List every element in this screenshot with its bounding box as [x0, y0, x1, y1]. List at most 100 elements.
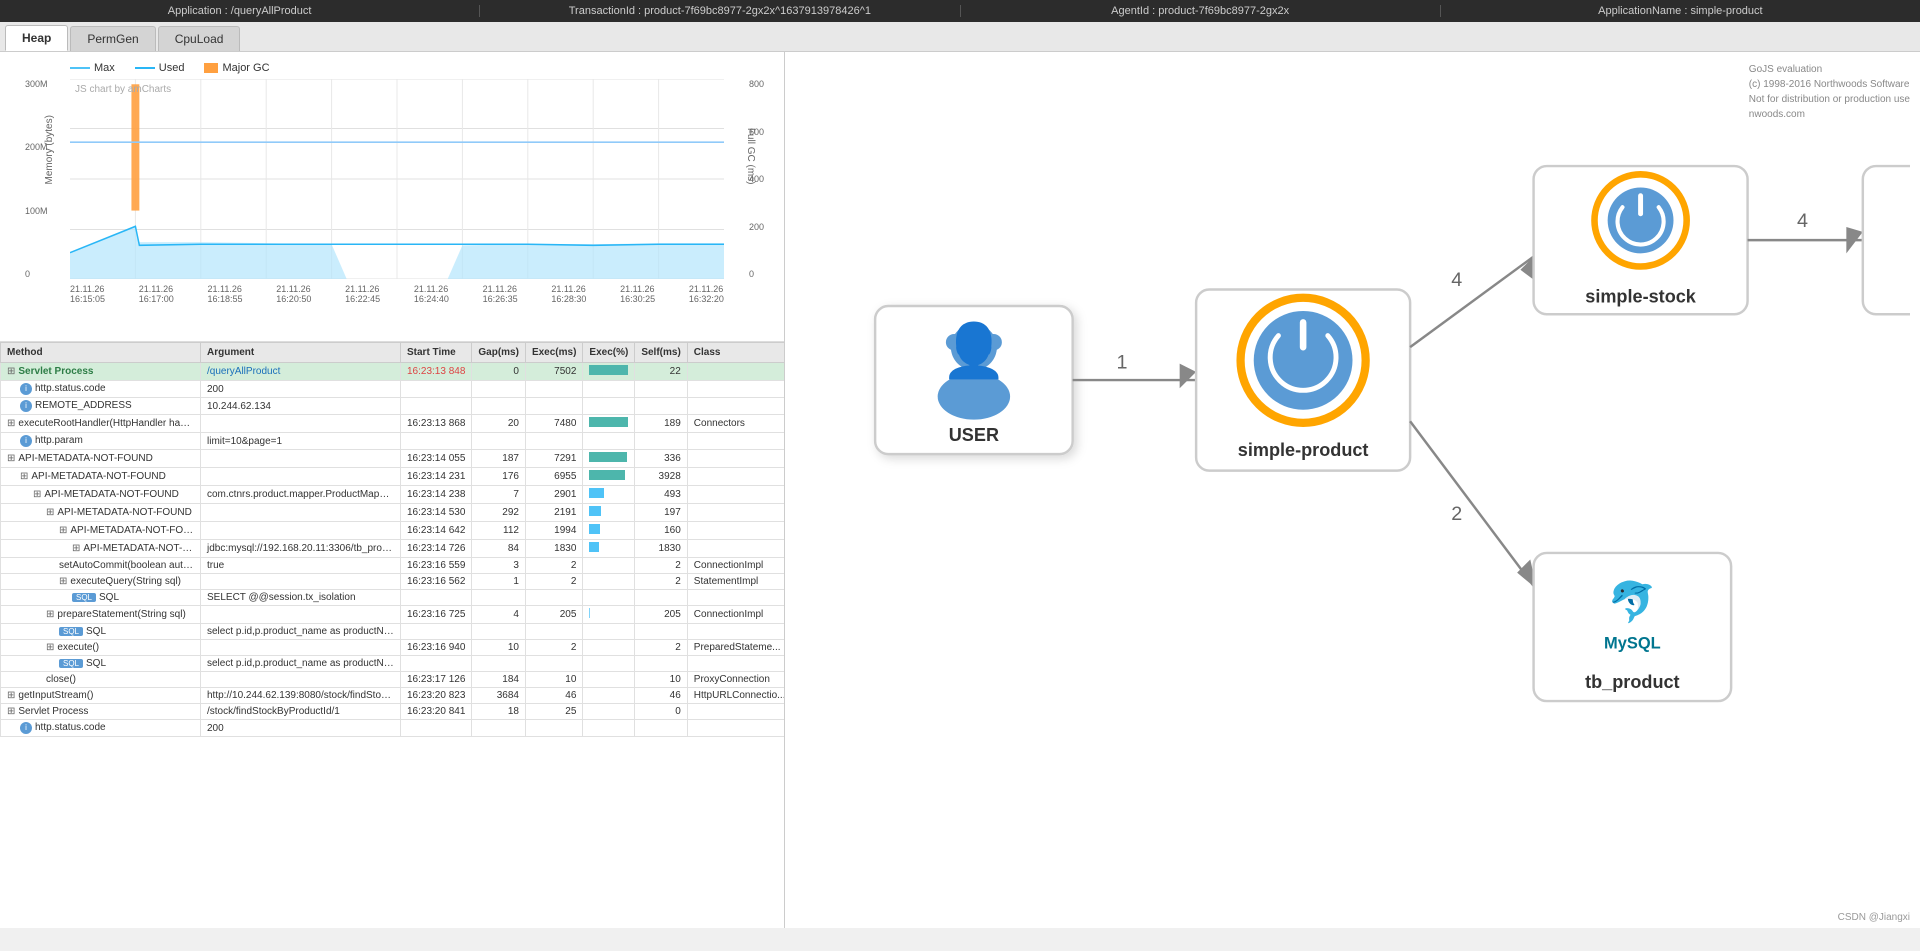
- transaction-id-label: TransactionId : product-7f69bc8977-2gx2x…: [480, 5, 960, 17]
- exec-cell: 2191: [525, 504, 582, 522]
- table-row[interactable]: ⊞Servlet Process/queryAllProduct16:23:13…: [1, 363, 785, 381]
- exec-cell: [525, 381, 582, 398]
- gojs-line3: Not for distribution or production use: [1749, 92, 1910, 107]
- self-cell: 46: [635, 688, 687, 704]
- execpct-cell: [583, 381, 635, 398]
- self-cell: 493: [635, 486, 687, 504]
- table-row[interactable]: ⊞execute()16:23:16 9401022PreparedStatem…: [1, 640, 785, 656]
- gojs-watermark: GoJS evaluation (c) 1998-2016 Northwoods…: [1749, 62, 1910, 122]
- simple-stock-node: simple-stock: [1534, 166, 1748, 314]
- table-body: ⊞Servlet Process/queryAllProduct16:23:13…: [1, 363, 785, 737]
- class-cell: [687, 381, 784, 398]
- table-row[interactable]: ⊞API-METADATA-NOT-FOUND16:23:14 23117669…: [1, 468, 785, 486]
- tab-heap[interactable]: Heap: [5, 25, 68, 51]
- gap-cell: 20: [472, 415, 526, 433]
- table-row[interactable]: ihttp.status.code200: [1, 720, 785, 737]
- table-row[interactable]: ⊞Servlet Process/stock/findStockByProduc…: [1, 704, 785, 720]
- execpct-cell: [583, 468, 635, 486]
- method-cell: setAutoCommit(boolean autoCommitFlag): [1, 558, 201, 574]
- application-name-label: ApplicationName : simple-product: [1441, 5, 1920, 17]
- execpct-cell: [583, 522, 635, 540]
- starttime-cell: 16:23:16 562: [401, 574, 472, 590]
- y-axis-left: 300M 200M 100M 0: [25, 79, 48, 279]
- x-label-8: 21.11.2616:30:25: [620, 284, 655, 304]
- table-row[interactable]: ⊞API-METADATA-NOT-FOUND16:23:14 53029221…: [1, 504, 785, 522]
- starttime-cell: 16:23:20 823: [401, 688, 472, 704]
- table-row[interactable]: ⊞executeQuery(String sql)16:23:16 562122…: [1, 574, 785, 590]
- method-cell: SQLSQL: [1, 590, 201, 606]
- method-cell: ⊞API-METADATA-NOT-FOUND: [1, 468, 201, 486]
- table-row[interactable]: setAutoCommit(boolean autoCommitFlag)tru…: [1, 558, 785, 574]
- table-row[interactable]: ⊞API-METADATA-NOT-FOUNDjdbc:mysql://192.…: [1, 540, 785, 558]
- exec-cell: [525, 398, 582, 415]
- starttime-cell: 16:23:14 055: [401, 450, 472, 468]
- execpct-cell: [583, 704, 635, 720]
- exec-cell: 205: [525, 606, 582, 624]
- arrow-label-2: 2: [1451, 503, 1462, 525]
- gap-cell: [472, 381, 526, 398]
- table-row[interactable]: ⊞API-METADATA-NOT-FOUND16:23:14 05518772…: [1, 450, 785, 468]
- gap-cell: 184: [472, 672, 526, 688]
- svg-text:USER: USER: [949, 425, 999, 445]
- exec-cell: 2: [525, 558, 582, 574]
- x-label-0: 21.11.2616:15:05: [70, 284, 105, 304]
- table-row[interactable]: ihttp.paramlimit=10&page=1: [1, 433, 785, 450]
- gap-cell: 18: [472, 704, 526, 720]
- self-cell: 3928: [635, 468, 687, 486]
- legend-majorgc-rect: [204, 63, 218, 73]
- arrow-label-4b: 4: [1797, 210, 1808, 232]
- arrowhead-1: [1180, 364, 1196, 389]
- table-row[interactable]: iREMOTE_ADDRESS10.244.62.134: [1, 398, 785, 415]
- x-axis-labels: 21.11.2616:15:05 21.11.2616:17:00 21.11.…: [70, 284, 724, 304]
- execpct-cell: [583, 363, 635, 381]
- self-cell: 160: [635, 522, 687, 540]
- table-row[interactable]: ihttp.status.code200: [1, 381, 785, 398]
- execpct-cell: [583, 606, 635, 624]
- execpct-cell: [583, 486, 635, 504]
- execpct-cell: [583, 688, 635, 704]
- col-method: Method: [1, 343, 201, 363]
- execpct-cell: [583, 450, 635, 468]
- table-row[interactable]: ⊞prepareStatement(String sql)16:23:16 72…: [1, 606, 785, 624]
- self-cell: 2: [635, 558, 687, 574]
- self-cell: 1830: [635, 540, 687, 558]
- tab-cpuload[interactable]: CpuLoad: [158, 26, 241, 51]
- table-row[interactable]: SQLSQLSELECT @@session.tx_isolation: [1, 590, 785, 606]
- table-row[interactable]: ⊞executeRootHandler(HttpHandler handler,…: [1, 415, 785, 433]
- arrow-label-4a: 4: [1451, 269, 1462, 291]
- chart-svg: [70, 79, 724, 279]
- gap-cell: [472, 720, 526, 737]
- method-cell: ⊞API-METADATA-NOT-FOUND: [1, 504, 201, 522]
- y-right-0: 0: [749, 269, 764, 279]
- table-area[interactable]: Method Argument Start Time Gap(ms) Exec(…: [0, 342, 784, 928]
- gap-cell: [472, 590, 526, 606]
- gap-cell: 112: [472, 522, 526, 540]
- legend-max: Max: [70, 62, 115, 74]
- legend-majorgc: Major GC: [204, 62, 269, 74]
- execpct-cell: [583, 398, 635, 415]
- table-row[interactable]: SQLSQLselect p.id,p.product_name as prod…: [1, 656, 785, 672]
- table-row[interactable]: ⊞API-METADATA-NOT-FOUND16:23:14 64211219…: [1, 522, 785, 540]
- table-row[interactable]: SQLSQLselect p.id,p.product_name as prod…: [1, 624, 785, 640]
- class-cell: [687, 624, 784, 640]
- tab-permgen[interactable]: PermGen: [70, 26, 155, 51]
- argument-cell: [201, 574, 401, 590]
- class-cell: [687, 398, 784, 415]
- argument-cell: 200: [201, 381, 401, 398]
- argument-cell: limit=10&page=1: [201, 433, 401, 450]
- x-label-5: 21.11.2616:24:40: [414, 284, 449, 304]
- starttime-cell: [401, 720, 472, 737]
- table-row[interactable]: ⊞getInputStream()http://10.244.62.139:80…: [1, 688, 785, 704]
- execpct-cell: [583, 672, 635, 688]
- table-row[interactable]: close()16:23:17 1261841010ProxyConnectio…: [1, 672, 785, 688]
- table-row[interactable]: ⊞API-METADATA-NOT-FOUNDcom.ctnrs.product…: [1, 486, 785, 504]
- chart-watermark: JS chart by amCharts: [75, 84, 171, 95]
- gojs-line1: GoJS evaluation: [1749, 62, 1910, 77]
- arrow-label-1: 1: [1117, 352, 1128, 374]
- y-axis-right: 800 600 400 200 0: [749, 79, 764, 279]
- argument-cell: com.ctnrs.product.mapper.ProductMapper.q…: [201, 486, 401, 504]
- self-cell: [635, 398, 687, 415]
- chart-legend: Max Used Major GC: [70, 62, 724, 74]
- exec-cell: 2: [525, 574, 582, 590]
- col-argument: Argument: [201, 343, 401, 363]
